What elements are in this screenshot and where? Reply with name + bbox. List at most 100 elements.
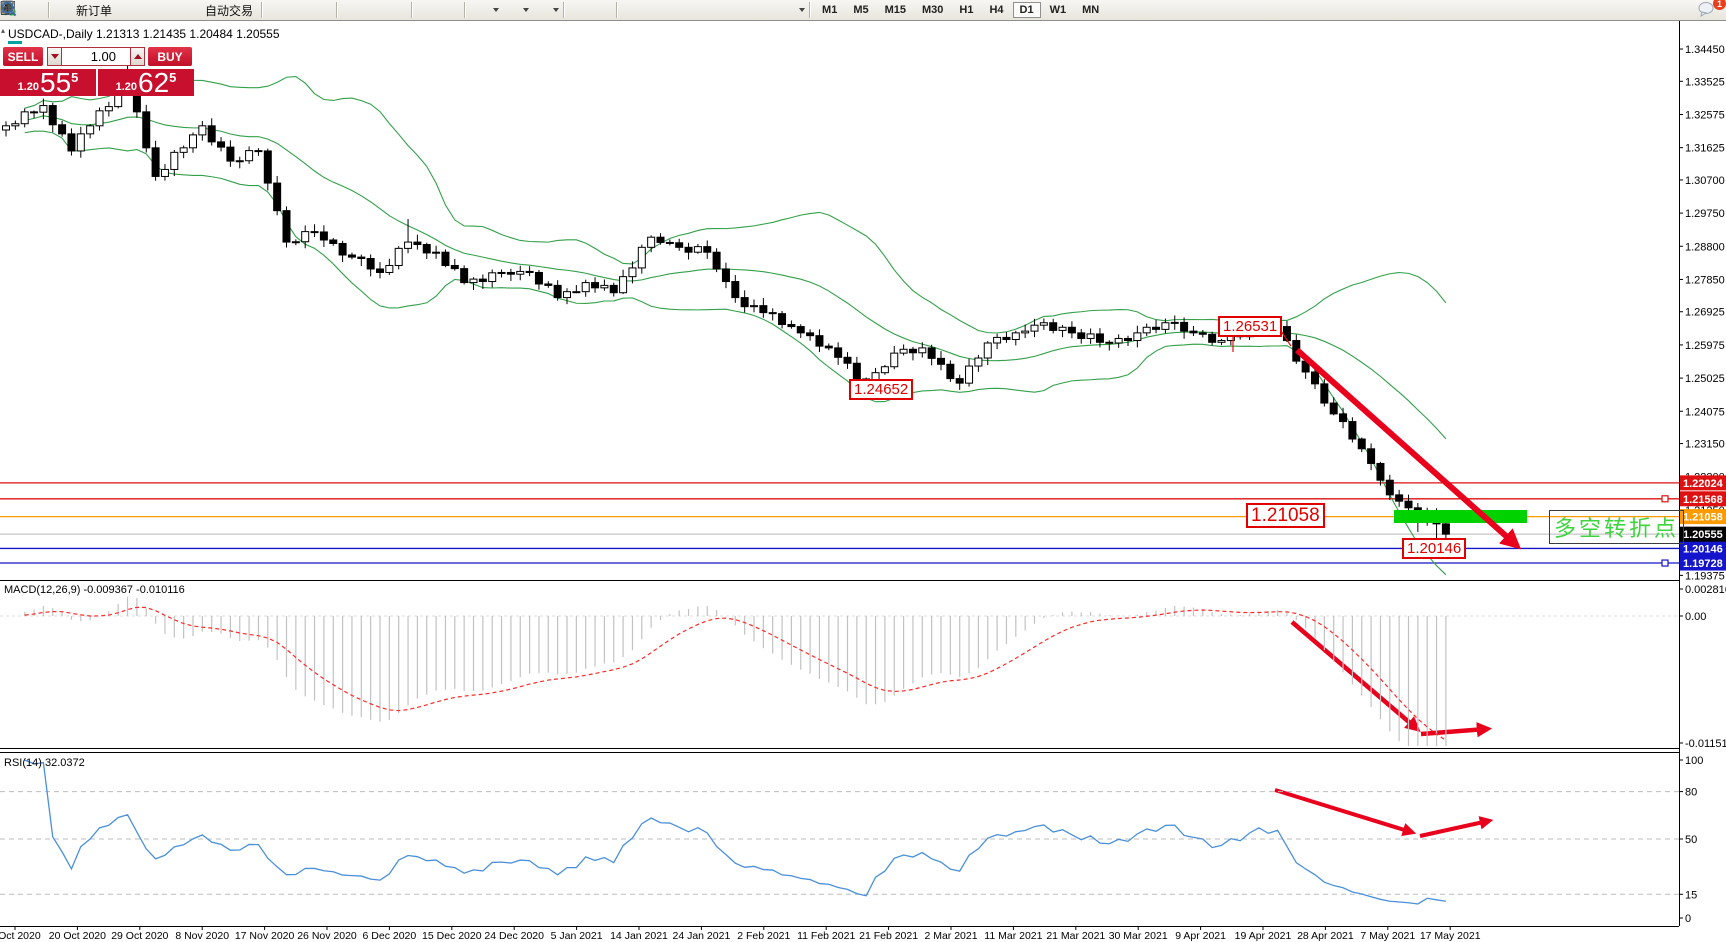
candle-body (470, 279, 477, 282)
volume-decrease-button[interactable] (47, 47, 62, 66)
candle-body (152, 148, 159, 177)
candle-body (199, 126, 206, 135)
macd-scale-label: 0.00 (1685, 611, 1706, 623)
rsi-plot[interactable] (0, 760, 1679, 904)
candle-body (1106, 342, 1113, 343)
candle-body (489, 273, 496, 282)
price-annotation-support[interactable]: 1.21058 (1246, 503, 1325, 528)
candle-body (582, 283, 589, 292)
candle-body (190, 135, 197, 148)
volume-increase-button[interactable] (130, 47, 145, 66)
candle-body (984, 343, 991, 358)
candle-body (676, 243, 683, 248)
candle-body (414, 242, 421, 244)
candle-body (919, 348, 926, 353)
price-tick-label: 1.32575 (1685, 109, 1725, 121)
date-tick-label: 11 Feb 2021 (797, 930, 855, 942)
candle-body (685, 247, 692, 252)
candle-body (1386, 480, 1393, 495)
price-tick-label: 1.30700 (1685, 175, 1725, 187)
candle-body (1340, 414, 1347, 422)
bollinger-lower-band (25, 131, 1446, 575)
bid-price-box[interactable]: 1.20 55 5 (0, 69, 96, 96)
support-zone-bar[interactable] (1394, 510, 1527, 523)
candle-body (96, 111, 103, 126)
sell-button[interactable]: SELL (3, 47, 43, 66)
candle-body (1368, 449, 1375, 464)
candle-body (1096, 334, 1103, 342)
date-tick-label: 21 Feb 2021 (859, 930, 918, 942)
trend-arrow[interactable] (1275, 790, 1411, 832)
objects-collapse-icon[interactable]: ▴ (1, 26, 5, 35)
price-tick-label: 1.24075 (1685, 406, 1725, 418)
price-tick-label: 1.26925 (1685, 307, 1725, 319)
date-tick-label: 15 Dec 2020 (422, 930, 482, 942)
candle-body (1162, 323, 1169, 330)
candle-body (1283, 327, 1290, 341)
price-annotation-low2[interactable]: 1.20146 (1402, 538, 1466, 559)
title-underline-mark (8, 41, 22, 44)
candle-body (554, 285, 561, 297)
date-tick-label: 6 Dec 2020 (363, 930, 417, 942)
candle-body (844, 357, 851, 363)
candle-body (1078, 333, 1085, 339)
ask-price-box[interactable]: 1.20 62 5 (98, 69, 194, 96)
candle-body (3, 126, 10, 130)
candle-body (405, 242, 412, 248)
chart-title-ohlc: USDCAD-,Daily 1.21313 1.21435 1.20484 1.… (8, 27, 280, 41)
candle-body (1209, 334, 1216, 342)
rsi-scale-label: 80 (1685, 787, 1697, 799)
trend-arrow[interactable] (1292, 622, 1416, 728)
turning-point-note[interactable]: 多空转折点 (1549, 510, 1684, 544)
bid-price-small: 1.20 (18, 81, 39, 93)
date-tick-label: 14 Jan 2021 (610, 930, 668, 942)
candle-body (1012, 333, 1019, 340)
candle-body (77, 134, 84, 151)
rsi-scale-label: 100 (1685, 755, 1703, 767)
bid-price-big: 55 (40, 70, 71, 96)
candle-body (377, 269, 384, 272)
chart-canvas[interactable]: 1.344501.335251.325751.316251.307001.297… (0, 0, 1726, 942)
rsi-indicator-label: RSI(14) 32.0372 (4, 757, 85, 769)
candle-body (909, 349, 916, 352)
candle-body (666, 242, 673, 243)
candle-body (694, 247, 701, 253)
candle-body (227, 147, 234, 161)
candle-body (274, 183, 281, 211)
candle-body (59, 125, 66, 134)
candle-body (610, 285, 617, 292)
candle-body (1115, 338, 1122, 343)
rsi-scale-label: 15 (1685, 889, 1697, 901)
candle-body (966, 366, 973, 383)
candle-body (1321, 384, 1328, 403)
level-price-label: 1.21058 (1683, 512, 1723, 524)
axes: 1.344501.335251.325751.316251.307001.297… (0, 21, 1726, 942)
candle-body (1022, 331, 1029, 333)
price-tick-label: 1.29750 (1685, 208, 1725, 220)
price-tick-label: 1.31625 (1685, 143, 1725, 155)
candle-body (732, 282, 739, 298)
buy-button[interactable]: BUY (148, 47, 192, 66)
candle-body (1087, 334, 1094, 339)
candle-body (797, 327, 804, 333)
candle-body (442, 252, 449, 265)
date-tick-label: 29 Oct 2020 (111, 930, 168, 942)
main-chart-plot[interactable] (0, 63, 1679, 575)
candle-body (751, 306, 758, 307)
candle-body (255, 151, 262, 152)
candle-body (348, 255, 355, 257)
candle-body (358, 257, 365, 258)
trend-arrow[interactable] (1420, 821, 1488, 836)
candle-body (713, 252, 720, 269)
candle-body (928, 348, 935, 358)
candle-body (891, 353, 898, 367)
candle-body (31, 112, 38, 113)
volume-input[interactable] (62, 47, 130, 66)
date-tick-label: 19 Apr 2021 (1235, 930, 1292, 942)
price-annotation-high[interactable]: 1.26531 (1218, 316, 1282, 337)
candle-body (956, 379, 963, 384)
candle-body (21, 112, 28, 124)
candle-body (1125, 338, 1132, 340)
price-annotation-low[interactable]: 1.24652 (849, 379, 913, 400)
macd-plot[interactable] (0, 597, 1679, 746)
